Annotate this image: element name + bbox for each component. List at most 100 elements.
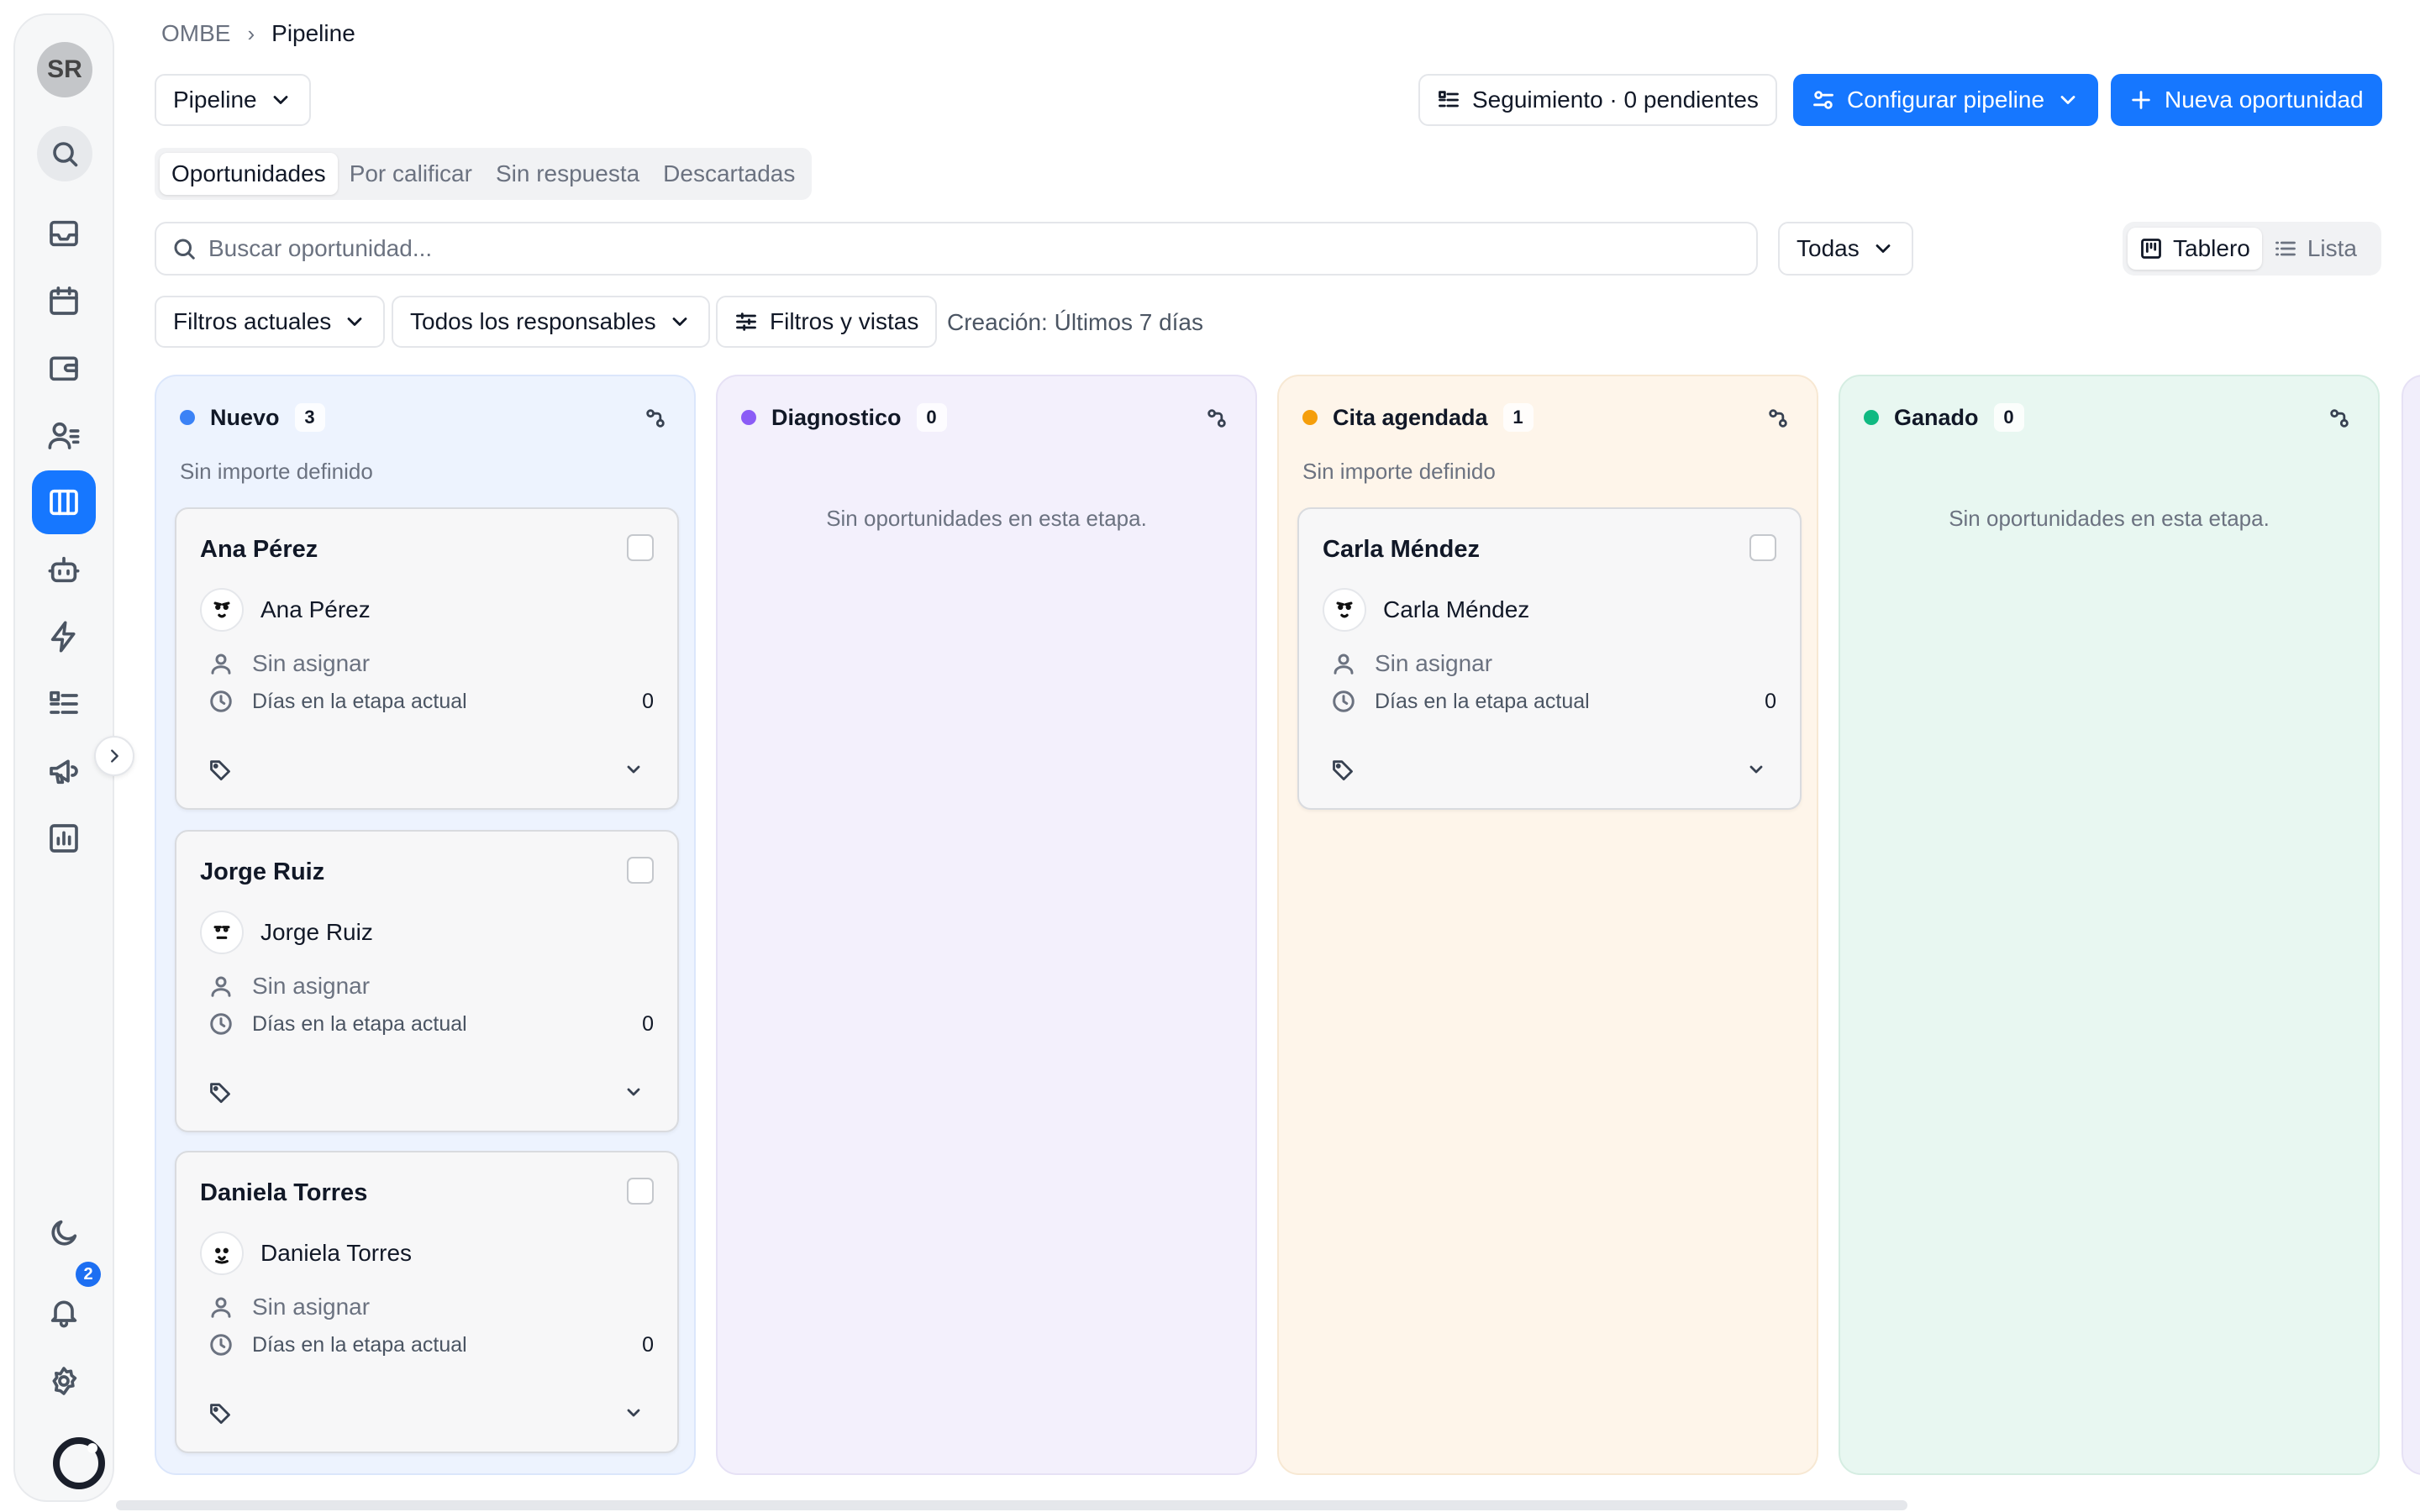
column-count-badge: 0 [1993,403,2024,432]
tag-icon [210,1083,230,1104]
sliders-icon [736,312,756,331]
sidebar-item-tasks[interactable] [32,672,96,736]
notifications-button[interactable] [32,1280,96,1344]
contact-name: Carla Méndez [1383,596,1530,622]
theme-toggle-button[interactable] [32,1201,96,1265]
card-assignee[interactable]: Sin asignar [208,650,370,677]
card-tag-button[interactable] [1331,758,1355,785]
column-count-badge: 0 [916,403,947,432]
chevron-down-icon [273,96,288,104]
card-expand-button[interactable] [623,1403,644,1427]
horizontal-scrollbar[interactable] [116,1500,1907,1510]
column-empty-text: Sin oportunidades en esta etapa. [826,506,1147,531]
new-opportunity-button[interactable]: Nueva oportunidad [2111,74,2382,126]
chevron-down-icon [1876,244,1891,253]
card-select-checkbox[interactable] [1749,534,1776,561]
sidebar-item-campaigns[interactable] [32,739,96,803]
contact-avatar [1323,588,1366,632]
card-assignee[interactable]: Sin asignar [208,1294,370,1320]
wallet-icon [50,356,78,381]
opportunity-card[interactable]: Carla Méndez Carla Méndez Sin asignar Dí… [1297,507,1802,810]
column-amount-text: Sin importe definido [1302,459,1496,484]
checklist-icon [1439,91,1459,108]
sidebar-item-reports[interactable] [32,806,96,870]
column-title: Cita agendada [1333,404,1488,430]
card-contact[interactable]: Ana Pérez [200,588,371,632]
kanban-column: Cita agendada 1 Sin importe definido Car… [1277,375,1818,1475]
tab-por-calificar[interactable]: Por calificar [338,153,484,195]
card-contact[interactable]: Daniela Torres [200,1231,412,1275]
column-title: Nuevo [210,404,280,430]
sidebar-item-pipeline[interactable] [32,470,96,534]
expand-sidebar-button[interactable] [94,736,134,776]
card-select-checkbox[interactable] [627,534,654,561]
sliders-icon [1813,91,1833,109]
scope-select-label: Todas [1797,235,1860,261]
search-input[interactable] [208,235,1637,262]
tab-sin-respuesta[interactable]: Sin respuesta [484,153,651,195]
contact-avatar [200,911,244,954]
kanban-column: Nuevo 3 Sin importe definido Ana Pérez A… [155,375,696,1475]
card-tag-button[interactable] [208,1080,232,1108]
tab-oportunidades[interactable]: Oportunidades [160,153,338,195]
card-contact[interactable]: Jorge Ruiz [200,911,373,954]
view-list-button[interactable]: Lista [2262,228,2369,270]
face-avatar-icon [213,926,230,939]
view-board-label: Tablero [2173,235,2250,261]
sidebar-search-button[interactable] [37,126,92,181]
new-opportunity-label: Nueva oportunidad [2165,87,2364,113]
pipeline-select[interactable]: Pipeline [155,74,311,126]
sidebar-item-inbox[interactable] [32,202,96,265]
card-select-checkbox[interactable] [627,1178,654,1205]
view-list-label: Lista [2307,235,2357,261]
assignee-text: Sin asignar [252,650,371,676]
card-contact[interactable]: Carla Méndez [1323,588,1529,632]
configure-pipeline-button[interactable]: Configurar pipeline [1793,74,2099,126]
settings-button[interactable] [32,1349,96,1413]
days-value: 0 [1765,689,1776,713]
contact-avatar [200,1231,244,1275]
user-avatar[interactable]: SR [37,42,92,97]
opportunity-card[interactable]: Jorge Ruiz Jorge Ruiz Sin asignar Días e… [175,830,679,1132]
opportunity-card[interactable]: Ana Pérez Ana Pérez Sin asignar Días en … [175,507,679,810]
owners-select[interactable]: Todos los responsables [392,296,710,348]
breadcrumb-current: Pipeline [271,20,355,46]
configure-pipeline-label: Configurar pipeline [1847,87,2045,113]
sidebar-item-calendar[interactable] [32,269,96,333]
current-filters-select[interactable]: Filtros actuales [155,296,386,348]
chevron-down-icon [627,1409,640,1417]
card-select-checkbox[interactable] [627,857,654,884]
chevron-down-icon [2060,96,2075,104]
sidebar-item-contacts[interactable] [32,403,96,467]
view-board-button[interactable]: Tablero [2128,228,2262,270]
opportunity-card[interactable]: Daniela Torres Daniela Torres Sin asigna… [175,1151,679,1453]
stage-link-button[interactable] [2328,407,2351,430]
sidebar-item-wallet[interactable] [32,336,96,400]
card-tag-button[interactable] [208,758,232,785]
filters-views-button[interactable]: Filtros y vistas [716,296,938,348]
card-assignee[interactable]: Sin asignar [208,973,370,1000]
face-avatar-icon [213,601,230,618]
clock-icon [210,1334,232,1356]
contacts-icon [48,422,80,449]
card-expand-button[interactable] [623,759,644,784]
card-assignee[interactable]: Sin asignar [1331,650,1492,677]
stage-link-button[interactable] [1205,407,1228,430]
link-icon [646,409,665,428]
days-value: 0 [642,1332,654,1357]
tag-icon [1333,760,1353,781]
card-expand-button[interactable] [1746,759,1766,784]
follow-up-button[interactable]: Seguimiento · 0 pendientes [1418,74,1777,126]
user-icon [211,976,231,997]
clock-icon [210,1013,232,1035]
scope-select[interactable]: Todas [1778,222,1913,276]
stage-link-button[interactable] [1766,407,1790,430]
sidebar-item-automations[interactable] [32,605,96,669]
breadcrumb-root[interactable]: OMBE [161,20,230,47]
sidebar-item-bot[interactable] [32,538,96,601]
card-expand-button[interactable] [623,1082,644,1106]
tab-descartadas[interactable]: Descartadas [651,153,807,195]
lightning-icon [50,621,76,653]
card-tag-button[interactable] [208,1401,232,1429]
stage-link-button[interactable] [644,407,667,430]
